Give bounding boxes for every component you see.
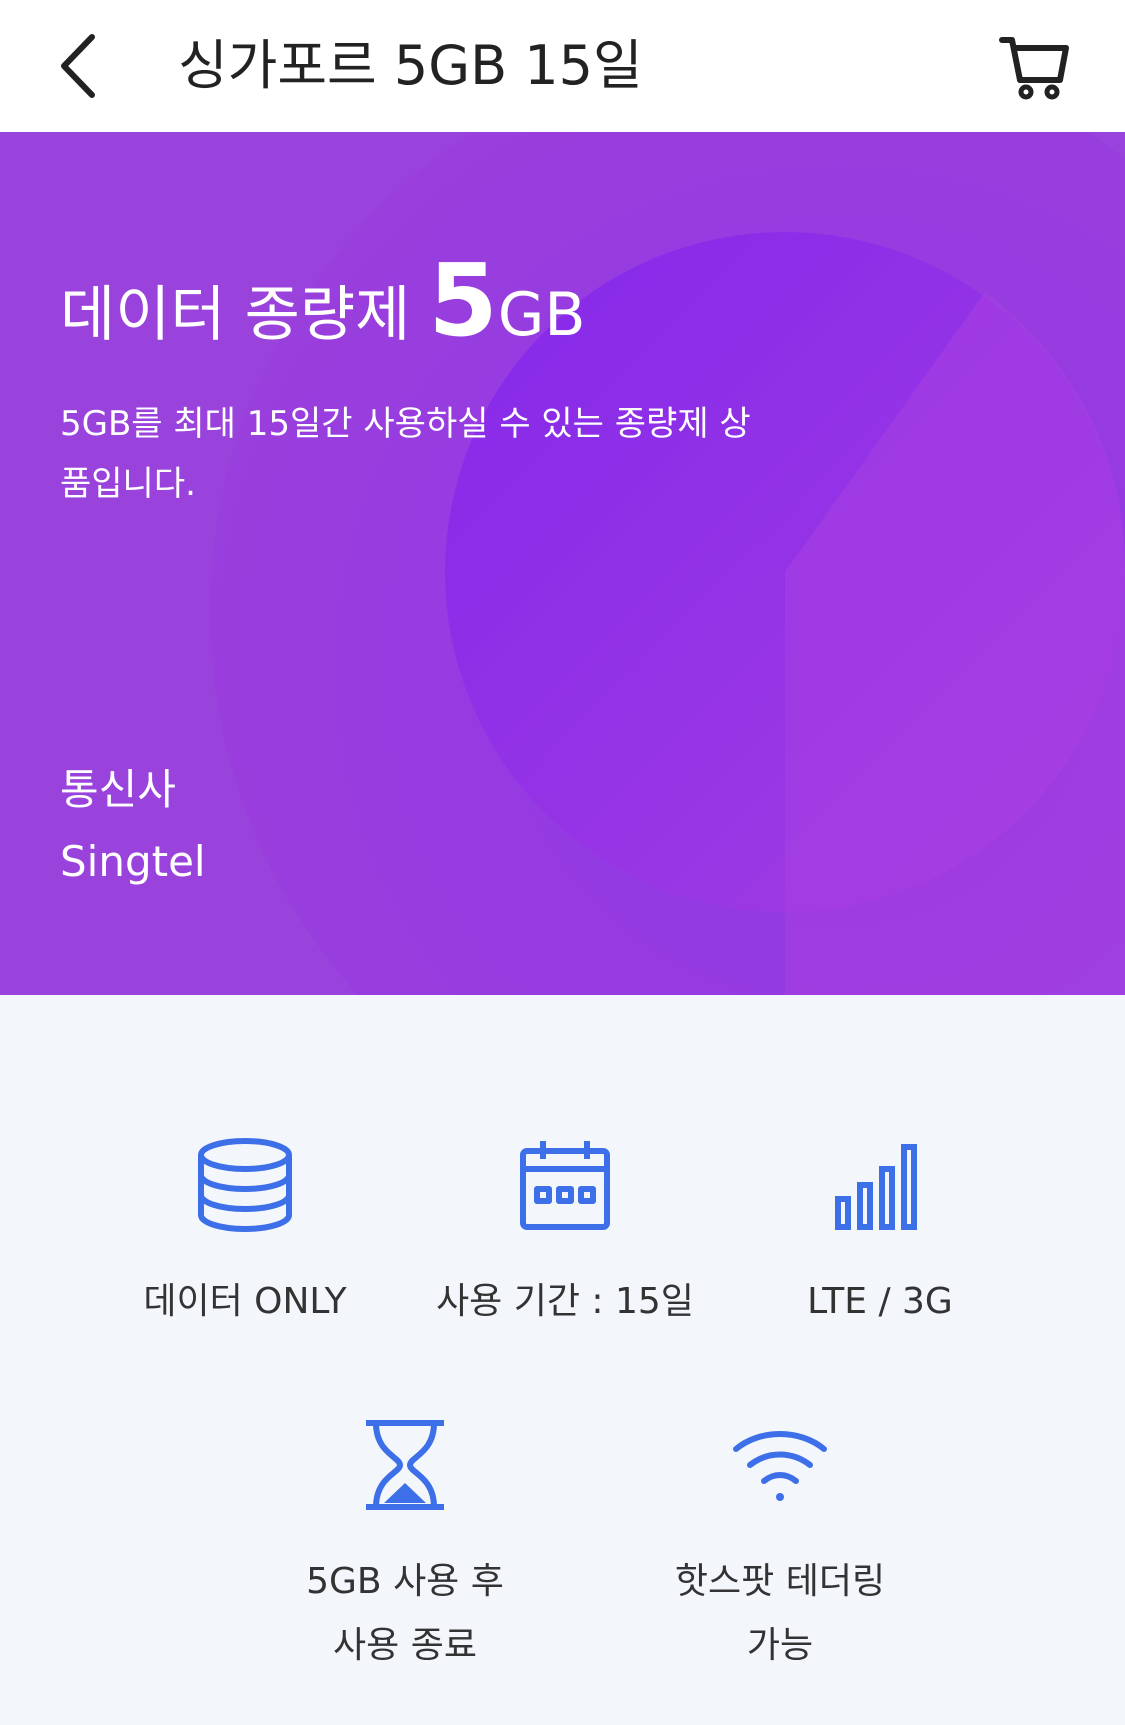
feature-label: 5GB 사용 후 사용 종료 <box>306 1550 504 1678</box>
back-button[interactable] <box>48 28 108 104</box>
feature-data-only: 데이터 ONLY <box>105 1130 385 1334</box>
headline-amount: 5 <box>428 242 498 359</box>
hero-banner: 데이터 종량제 5 GB 5GB를 최대 15일간 사용하실 수 있는 종량제 … <box>0 132 1125 995</box>
feature-hotspot: 핫스팟 테더링 가능 <box>640 1410 920 1678</box>
chevron-left-icon <box>61 34 95 98</box>
feature-label: LTE / 3G <box>807 1281 953 1322</box>
hero-headline: 데이터 종량제 5 GB <box>60 242 586 359</box>
headline-unit: GB <box>497 280 586 350</box>
feature-label-line1: 핫스팟 테더링 <box>674 1561 886 1602</box>
feature-label-line2: 사용 종료 <box>333 1625 477 1666</box>
carrier-value: Singtel <box>60 837 206 886</box>
page: 싱가포르 5GB 15일 데이터 종량제 5 GB 5GB를 최대 15일간 사… <box>0 0 1125 1725</box>
carrier-label: 통신사 <box>60 765 176 814</box>
database-icon <box>190 1130 300 1240</box>
hourglass-icon <box>350 1410 460 1520</box>
cart-icon <box>999 37 1069 100</box>
feature-label-line1: 5GB 사용 후 <box>306 1561 504 1602</box>
page-title: 싱가포르 5GB 15일 <box>178 34 643 97</box>
hero-description: 5GB를 최대 15일간 사용하실 수 있는 종량제 상품입니다. <box>60 404 751 504</box>
feature-label-line2: 가능 <box>746 1625 814 1666</box>
feature-label: 데이터 ONLY <box>143 1281 347 1322</box>
feature-period: 사용 기간 : 15일 <box>415 1130 715 1334</box>
feature-usage-end: 5GB 사용 후 사용 종료 <box>265 1410 545 1678</box>
headline-prefix: 데이터 종량제 <box>60 280 411 350</box>
feature-network: LTE / 3G <box>760 1130 1000 1334</box>
signal-icon <box>825 1130 935 1240</box>
calendar-icon <box>510 1130 620 1240</box>
top-bar: 싱가포르 5GB 15일 <box>0 0 1125 132</box>
cart-button[interactable] <box>996 28 1072 104</box>
feature-label: 사용 기간 : 15일 <box>436 1281 694 1322</box>
wifi-icon <box>725 1410 835 1520</box>
feature-label: 핫스팟 테더링 가능 <box>675 1550 885 1678</box>
